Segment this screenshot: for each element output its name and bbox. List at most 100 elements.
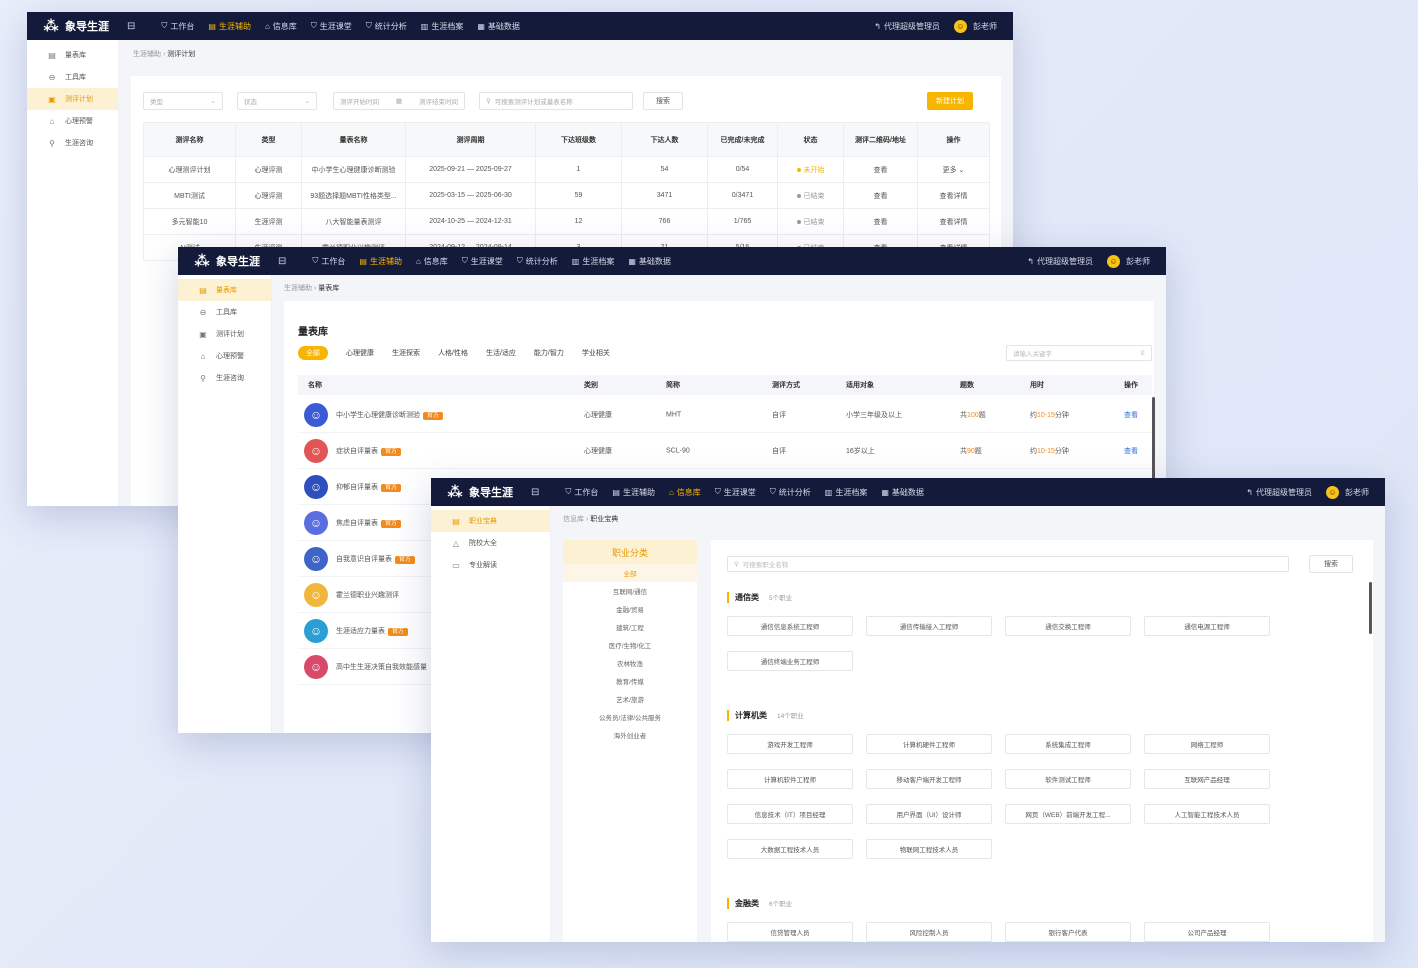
job-chip[interactable]: 物联网工程技术人员 xyxy=(866,839,992,859)
nav-statistics[interactable]: ⛉ 统计分析 xyxy=(517,256,558,267)
date-range-picker[interactable]: 测评开始时间 ▦ 测评结束时间 xyxy=(333,92,465,110)
collapse-menu-icon[interactable]: ⊟ xyxy=(127,21,135,32)
job-chip[interactable]: 通信终端业务工程师 xyxy=(727,651,853,671)
job-chip[interactable]: 人工智能工程技术人员 xyxy=(1144,804,1270,824)
sidebar-item-assessment-plan[interactable]: ▣ 测评计划 xyxy=(178,323,271,345)
sidebar-item-tools[interactable]: ⊖ 工具库 xyxy=(27,66,118,88)
tab-mental-health[interactable]: 心理健康 xyxy=(346,348,374,358)
nav-workbench[interactable]: ⛉ 工作台 xyxy=(565,487,598,498)
category-item[interactable]: 教育/传媒 xyxy=(563,672,697,690)
breadcrumb-parent[interactable]: 生涯辅助 xyxy=(133,51,161,58)
sidebar-item-tools[interactable]: ⊖ 工具库 xyxy=(178,301,271,323)
nav-workbench[interactable]: ⛉ 工作台 xyxy=(312,256,345,267)
job-chip[interactable]: 互联网产品经理 xyxy=(1144,769,1270,789)
sidebar-item-assessment-plan[interactable]: ▣ 测评计划 xyxy=(27,88,118,110)
tab-career-explore[interactable]: 生涯探索 xyxy=(392,348,420,358)
app-logo[interactable]: ⁂ 象导生涯 xyxy=(43,18,109,34)
category-item[interactable]: 互联网/通信 xyxy=(563,582,697,600)
job-chip[interactable]: 通信传输接入工程师 xyxy=(866,616,992,636)
scrollbar[interactable] xyxy=(1369,582,1372,634)
job-chip[interactable]: 银行客户代表 xyxy=(1005,922,1131,942)
cell-op[interactable]: 更多 ⌄ xyxy=(917,156,990,183)
breadcrumb-parent[interactable]: 信息库 xyxy=(563,516,584,523)
job-chip[interactable]: 软件测试工程师 xyxy=(1005,769,1131,789)
search-input[interactable]: ⚲ 可搜索测评计划或量表名称 xyxy=(479,92,633,110)
keyword-search-input[interactable]: 请输入关键字 ⚲ xyxy=(1006,345,1152,361)
cell-op[interactable]: 查看详情 xyxy=(917,182,990,209)
scrollbar[interactable] xyxy=(1152,397,1155,483)
category-item[interactable]: 医疗/生物/化工 xyxy=(563,636,697,654)
search-button[interactable]: 搜索 xyxy=(643,92,683,110)
nav-base-data[interactable]: ▦ 基础数据 xyxy=(881,487,924,498)
app-logo[interactable]: ⁂ 象导生涯 xyxy=(447,484,513,500)
cell-qr[interactable]: 查看 xyxy=(843,182,918,209)
nav-career-class[interactable]: ⛉ 生涯课堂 xyxy=(462,256,503,267)
view-link[interactable]: 查看 xyxy=(1124,446,1138,456)
nav-career-class[interactable]: ⛉ 生涯课堂 xyxy=(311,21,352,32)
sidebar-item-consult[interactable]: ⚲ 生涯咨询 xyxy=(178,367,271,389)
job-search-button[interactable]: 搜索 xyxy=(1309,555,1353,573)
nav-career-archive[interactable]: ▥ 生涯档案 xyxy=(421,21,464,32)
category-item[interactable]: 建筑/工程 xyxy=(563,618,697,636)
nav-info-library[interactable]: ⌂ 信息库 xyxy=(416,256,448,267)
tab-life-adaptation[interactable]: 生活/适应 xyxy=(486,348,516,358)
cell-qr[interactable]: 查看 xyxy=(843,208,918,235)
nav-career-class[interactable]: ⛉ 生涯课堂 xyxy=(715,487,756,498)
tab-all[interactable]: 全部 xyxy=(298,346,328,360)
nav-statistics[interactable]: ⛉ 统计分析 xyxy=(366,21,407,32)
nav-career-archive[interactable]: ▥ 生涯档案 xyxy=(825,487,868,498)
job-chip[interactable]: 通信交换工程师 xyxy=(1005,616,1131,636)
switch-role-button[interactable]: ↰ 代理超级管理员 xyxy=(1246,487,1312,498)
job-chip[interactable]: 风险控制人员 xyxy=(866,922,992,942)
category-item[interactable]: 全部 xyxy=(563,564,697,582)
nav-base-data[interactable]: ▦ 基础数据 xyxy=(477,21,520,32)
sidebar-item-scale-library[interactable]: ▤ 量表库 xyxy=(27,44,118,66)
category-item[interactable]: 海外创业者 xyxy=(563,726,697,744)
nav-statistics[interactable]: ⛉ 统计分析 xyxy=(770,487,811,498)
category-item[interactable]: 公务员/法律/公共服务 xyxy=(563,708,697,726)
sidebar-item-scale-library[interactable]: ▤ 量表库 xyxy=(178,279,271,301)
view-link[interactable]: 查看 xyxy=(1124,410,1138,420)
tab-personality[interactable]: 人格/性格 xyxy=(438,348,468,358)
sidebar-item-majors[interactable]: ▭ 专业解读 xyxy=(431,554,550,576)
status-select[interactable]: 状态 ⌄ xyxy=(237,92,317,110)
job-chip[interactable]: 系统集成工程师 xyxy=(1005,734,1131,754)
list-item[interactable]: ☺ 中小学生心理健康诊断测验 官方 心理健康 MHT 自评 小学三年级及以上 共100题 约10… xyxy=(298,397,1152,433)
cell-qr[interactable]: 查看 xyxy=(843,156,918,183)
job-search-input[interactable]: ⚲ 可搜索职业名称 xyxy=(727,556,1289,572)
app-logo[interactable]: ⁂ 象导生涯 xyxy=(194,253,260,269)
type-select[interactable]: 类型 ⌄ xyxy=(143,92,223,110)
job-chip[interactable]: 通信信息系统工程师 xyxy=(727,616,853,636)
sidebar-item-warning[interactable]: ⌂ 心理预警 xyxy=(178,345,271,367)
switch-role-button[interactable]: ↰ 代理超级管理员 xyxy=(1027,256,1093,267)
sidebar-item-colleges[interactable]: △ 院校大全 xyxy=(431,532,550,554)
category-item[interactable]: 农林牧渔 xyxy=(563,654,697,672)
user-menu[interactable]: ☺ 彭老师 xyxy=(954,19,997,33)
nav-info-library[interactable]: ⌂ 信息库 xyxy=(669,487,701,498)
job-chip[interactable]: 信息技术（IT）项目经理 xyxy=(727,804,853,824)
user-menu[interactable]: ☺ 彭老师 xyxy=(1107,254,1150,268)
job-chip[interactable]: 计算机硬件工程师 xyxy=(866,734,992,754)
job-chip[interactable]: 大数据工程技术人员 xyxy=(727,839,853,859)
category-item[interactable]: 金融/贸易 xyxy=(563,600,697,618)
nav-workbench[interactable]: ⛉ 工作台 xyxy=(161,21,194,32)
job-chip[interactable]: 网络工程师 xyxy=(1144,734,1270,754)
sidebar-item-career-dictionary[interactable]: ▤ 职业宝典 xyxy=(431,510,550,532)
nav-career-assist[interactable]: ▤ 生涯辅助 xyxy=(359,256,402,267)
job-chip[interactable]: 用户界面（UI）设计师 xyxy=(866,804,992,824)
breadcrumb-parent[interactable]: 生涯辅助 xyxy=(284,285,312,292)
sidebar-item-consult[interactable]: ⚲ 生涯咨询 xyxy=(27,132,118,154)
switch-role-button[interactable]: ↰ 代理超级管理员 xyxy=(874,21,940,32)
job-chip[interactable]: 公司产品经理 xyxy=(1144,922,1270,942)
cell-op[interactable]: 查看详情 xyxy=(917,208,990,235)
tab-academic[interactable]: 学业相关 xyxy=(582,348,610,358)
sidebar-item-warning[interactable]: ⌂ 心理预警 xyxy=(27,110,118,132)
nav-info-library[interactable]: ⌂ 信息库 xyxy=(265,21,297,32)
user-menu[interactable]: ☺ 彭老师 xyxy=(1326,485,1369,499)
list-item[interactable]: ☺ 症状自评量表 官方 心理健康 SCL-90 自评 16岁以上 共90题 约10-15分钟 查看 xyxy=(298,433,1152,469)
job-chip[interactable]: 信贷管理人员 xyxy=(727,922,853,942)
nav-career-archive[interactable]: ▥ 生涯档案 xyxy=(572,256,615,267)
job-chip[interactable]: 通信电源工程师 xyxy=(1144,616,1270,636)
collapse-menu-icon[interactable]: ⊟ xyxy=(278,256,286,267)
collapse-menu-icon[interactable]: ⊟ xyxy=(531,487,539,498)
